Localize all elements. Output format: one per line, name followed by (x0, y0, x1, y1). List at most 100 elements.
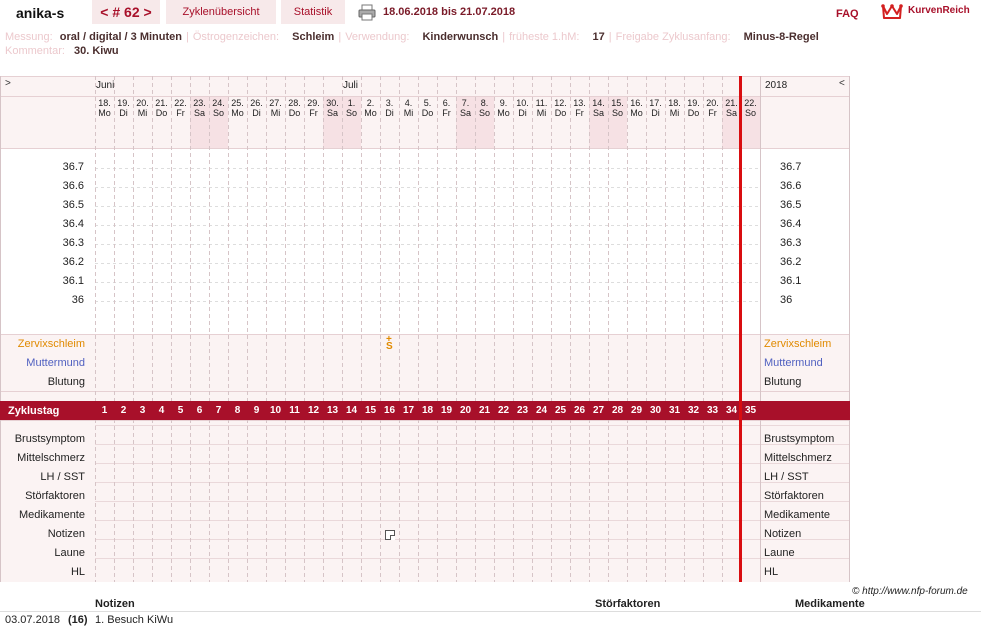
day-header-cell[interactable]: 16. Mo (627, 98, 646, 118)
tab-statistics[interactable]: Statistik (281, 0, 345, 24)
mittelschmerz-label-right: Mittelschmerz (764, 452, 832, 464)
day-number: 6. (442, 98, 451, 108)
meta-row-1: Messung: oral / digital / 3 Minuten | Östr… (5, 30, 819, 44)
zervix-mark[interactable]: + S (386, 335, 393, 352)
day-number: 4. (404, 98, 413, 108)
day-number: 21. (155, 98, 168, 108)
oestrogen-value: Schleim (292, 31, 335, 43)
day-header-cell[interactable]: 10. Di (513, 98, 532, 118)
day-number: 18. (98, 98, 111, 108)
cycle-day-number: 30 (649, 405, 662, 416)
copyright[interactable]: © http://www.nfp-forum.de (852, 586, 968, 597)
day-header-cell[interactable]: 4. Mi (399, 98, 418, 118)
day-header-cell[interactable]: 22. So (741, 98, 760, 118)
day-number: 10. (516, 98, 529, 108)
nav-right-button[interactable]: < (839, 78, 845, 89)
day-header-cell[interactable]: 6. Fr (437, 98, 456, 118)
day-header-cell[interactable]: 11. Mi (532, 98, 551, 118)
weekday-label: Do (288, 108, 301, 118)
weekday-label: Fr (708, 108, 717, 118)
day-header-cell[interactable]: 23. Sa (190, 98, 209, 118)
weekday-label: Di (119, 108, 128, 118)
temp-label-left: 36.5 (62, 199, 84, 211)
weekday-label: Fr (575, 108, 584, 118)
day-header-cell[interactable]: 20. Mi (133, 98, 152, 118)
day-header-cell[interactable]: 2. Mo (361, 98, 380, 118)
cycle-day-number: 33 (706, 405, 719, 416)
day-header-cell[interactable]: 19. Do (684, 98, 703, 118)
day-number: 9. (499, 98, 508, 108)
day-header-cell[interactable]: 15. So (608, 98, 627, 118)
tab-cycle-overview[interactable]: Zyklenübersicht (166, 0, 276, 24)
day-number: 20. (706, 98, 719, 108)
day-header-cell[interactable]: 9. Mo (494, 98, 513, 118)
temp-label-right: 36.3 (780, 237, 802, 249)
cycle-day-number: 15 (364, 405, 377, 416)
zervix-symbol: S (386, 341, 393, 352)
day-header-cell[interactable]: 26. Di (247, 98, 266, 118)
kommentar-value: 30. Kiwu (73, 45, 119, 57)
day-header-cell[interactable]: 5. Do (418, 98, 437, 118)
brand-logo[interactable]: KurvenReich (908, 4, 970, 18)
temp-label-right: 36 (780, 294, 793, 306)
day-header-cell[interactable]: 3. Di (380, 98, 399, 118)
cycle-day-number: 13 (326, 405, 339, 416)
temp-label-right: 36.2 (780, 256, 802, 268)
faq-link[interactable]: FAQ (836, 4, 859, 24)
temp-label-left: 36.4 (62, 218, 84, 230)
day-header-cell[interactable]: 27. Mi (266, 98, 285, 118)
temp-label-right: 36.7 (780, 161, 802, 173)
separator: | (338, 31, 342, 43)
cycle-day-number: 12 (307, 405, 320, 416)
printer-icon[interactable] (358, 4, 376, 21)
meta-row-2: Kommentar: 30. Kiwu (5, 44, 119, 58)
nav-left-button[interactable]: > (5, 78, 11, 89)
temp-label-right: 36.6 (780, 180, 802, 192)
weekday-label: Mi (270, 108, 281, 118)
weekday-label: Di (385, 108, 394, 118)
day-header-cell[interactable]: 30. Sa (323, 98, 342, 118)
day-header-cell[interactable]: 25. Mo (228, 98, 247, 118)
day-header-cell[interactable]: 22. Fr (171, 98, 190, 118)
day-header-cell[interactable]: 29. Fr (304, 98, 323, 118)
note-icon[interactable] (385, 530, 395, 540)
cycle-day-number: 4 (158, 405, 165, 416)
day-number: 19. (117, 98, 130, 108)
day-header-cell[interactable]: 12. Do (551, 98, 570, 118)
laune-label-right: Laune (764, 547, 795, 559)
cycle-day-number: 18 (421, 405, 434, 416)
day-number: 27. (269, 98, 282, 108)
cycle-day-number: 11 (289, 405, 300, 416)
day-header-cell[interactable]: 1. So (342, 98, 361, 118)
day-header-cell[interactable]: 19. Di (114, 98, 133, 118)
weekday-label: Sa (193, 108, 205, 118)
day-header-cell[interactable]: 18. Mi (665, 98, 684, 118)
weekday-label: Do (687, 108, 700, 118)
day-header-cell[interactable]: 24. So (209, 98, 228, 118)
cycle-day-number: 28 (611, 405, 624, 416)
day-header-cell[interactable]: 17. Di (646, 98, 665, 118)
day-header-cell[interactable]: 28. Do (285, 98, 304, 118)
day-header-cell[interactable]: 14. Sa (589, 98, 608, 118)
footer-divider (0, 611, 981, 612)
day-header-cell[interactable]: 7. Sa (456, 98, 475, 118)
temp-label-right: 36.5 (780, 199, 802, 211)
weekday-label: So (744, 108, 756, 118)
day-header-cell[interactable]: 8. So (475, 98, 494, 118)
blutung-label-right: Blutung (764, 376, 802, 388)
day-header-cell[interactable]: 13. Fr (570, 98, 589, 118)
zervix-label: Zervixschleim (17, 338, 85, 350)
cycle-nav-button[interactable]: < # 62 > (92, 0, 160, 24)
temp-label-right: 36.1 (780, 275, 802, 287)
fruehest-value: 17 (592, 31, 605, 43)
messung-label: Messung: (5, 31, 53, 43)
day-header-cell[interactable]: 21. Do (152, 98, 171, 118)
cycle-day-number: 10 (269, 405, 282, 416)
stoerfaktoren-column-header: Störfaktoren (595, 598, 661, 610)
day-header-cell[interactable]: 18. Mo (95, 98, 114, 118)
weekday-label: So (611, 108, 623, 118)
cycle-day-number: 7 (215, 405, 222, 416)
cycle-day-number: 32 (687, 405, 700, 416)
day-number: 28. (288, 98, 301, 108)
day-header-cell[interactable]: 20. Fr (703, 98, 722, 118)
